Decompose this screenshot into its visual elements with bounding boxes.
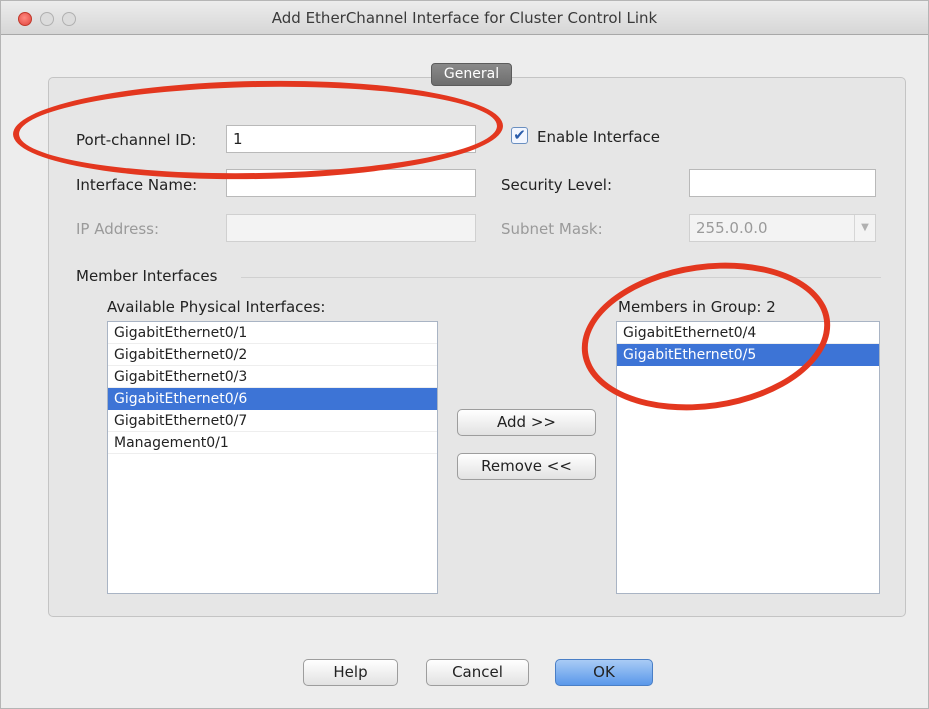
port-channel-id-input[interactable] <box>226 125 476 153</box>
interface-name-label: Interface Name: <box>76 176 198 194</box>
member-interfaces-label: Member Interfaces <box>76 267 218 285</box>
ok-button[interactable]: OK <box>555 659 653 686</box>
enable-interface-label: Enable Interface <box>537 128 661 146</box>
list-item[interactable]: GigabitEthernet0/5 <box>617 344 879 366</box>
ip-address-label: IP Address: <box>76 220 160 238</box>
remove-button[interactable]: Remove << <box>457 453 596 480</box>
add-button[interactable]: Add >> <box>457 409 596 436</box>
list-item[interactable]: GigabitEthernet0/4 <box>617 322 879 344</box>
members-in-group-list[interactable]: GigabitEthernet0/4 GigabitEthernet0/5 <box>616 321 880 594</box>
list-item[interactable]: GigabitEthernet0/1 <box>108 322 437 344</box>
checkmark-icon: ✔ <box>513 126 526 144</box>
ip-address-input[interactable] <box>226 214 476 242</box>
list-item[interactable]: GigabitEthernet0/3 <box>108 366 437 388</box>
interface-name-input[interactable] <box>226 169 476 197</box>
help-button[interactable]: Help <box>303 659 398 686</box>
list-item[interactable]: GigabitEthernet0/2 <box>108 344 437 366</box>
subnet-mask-select[interactable] <box>689 214 876 242</box>
available-interfaces-list[interactable]: GigabitEthernet0/1 GigabitEthernet0/2 Giga… <box>107 321 438 594</box>
list-item[interactable]: GigabitEthernet0/6 <box>108 388 437 410</box>
window-title: Add EtherChannel Interface for Cluster C… <box>271 9 658 27</box>
list-item[interactable]: GigabitEthernet0/7 <box>108 410 437 432</box>
security-level-input[interactable] <box>689 169 876 197</box>
chevron-down-icon[interactable]: ▼ <box>854 215 875 241</box>
cancel-button[interactable]: Cancel <box>426 659 529 686</box>
dialog-window: Add EtherChannel Interface for Cluster C… <box>0 0 929 709</box>
security-level-label: Security Level: <box>501 176 613 194</box>
title-bar: Add EtherChannel Interface for Cluster C… <box>1 1 928 35</box>
list-item[interactable]: Management0/1 <box>108 432 437 454</box>
subnet-mask-label: Subnet Mask: <box>501 220 603 238</box>
enable-interface-checkbox[interactable]: ✔ <box>511 127 528 144</box>
port-channel-id-label: Port-channel ID: <box>76 131 197 149</box>
members-in-group-label: Members in Group: 2 <box>618 298 776 316</box>
section-divider <box>241 277 881 278</box>
available-interfaces-label: Available Physical Interfaces: <box>107 298 326 316</box>
tab-general[interactable]: General <box>431 63 512 86</box>
